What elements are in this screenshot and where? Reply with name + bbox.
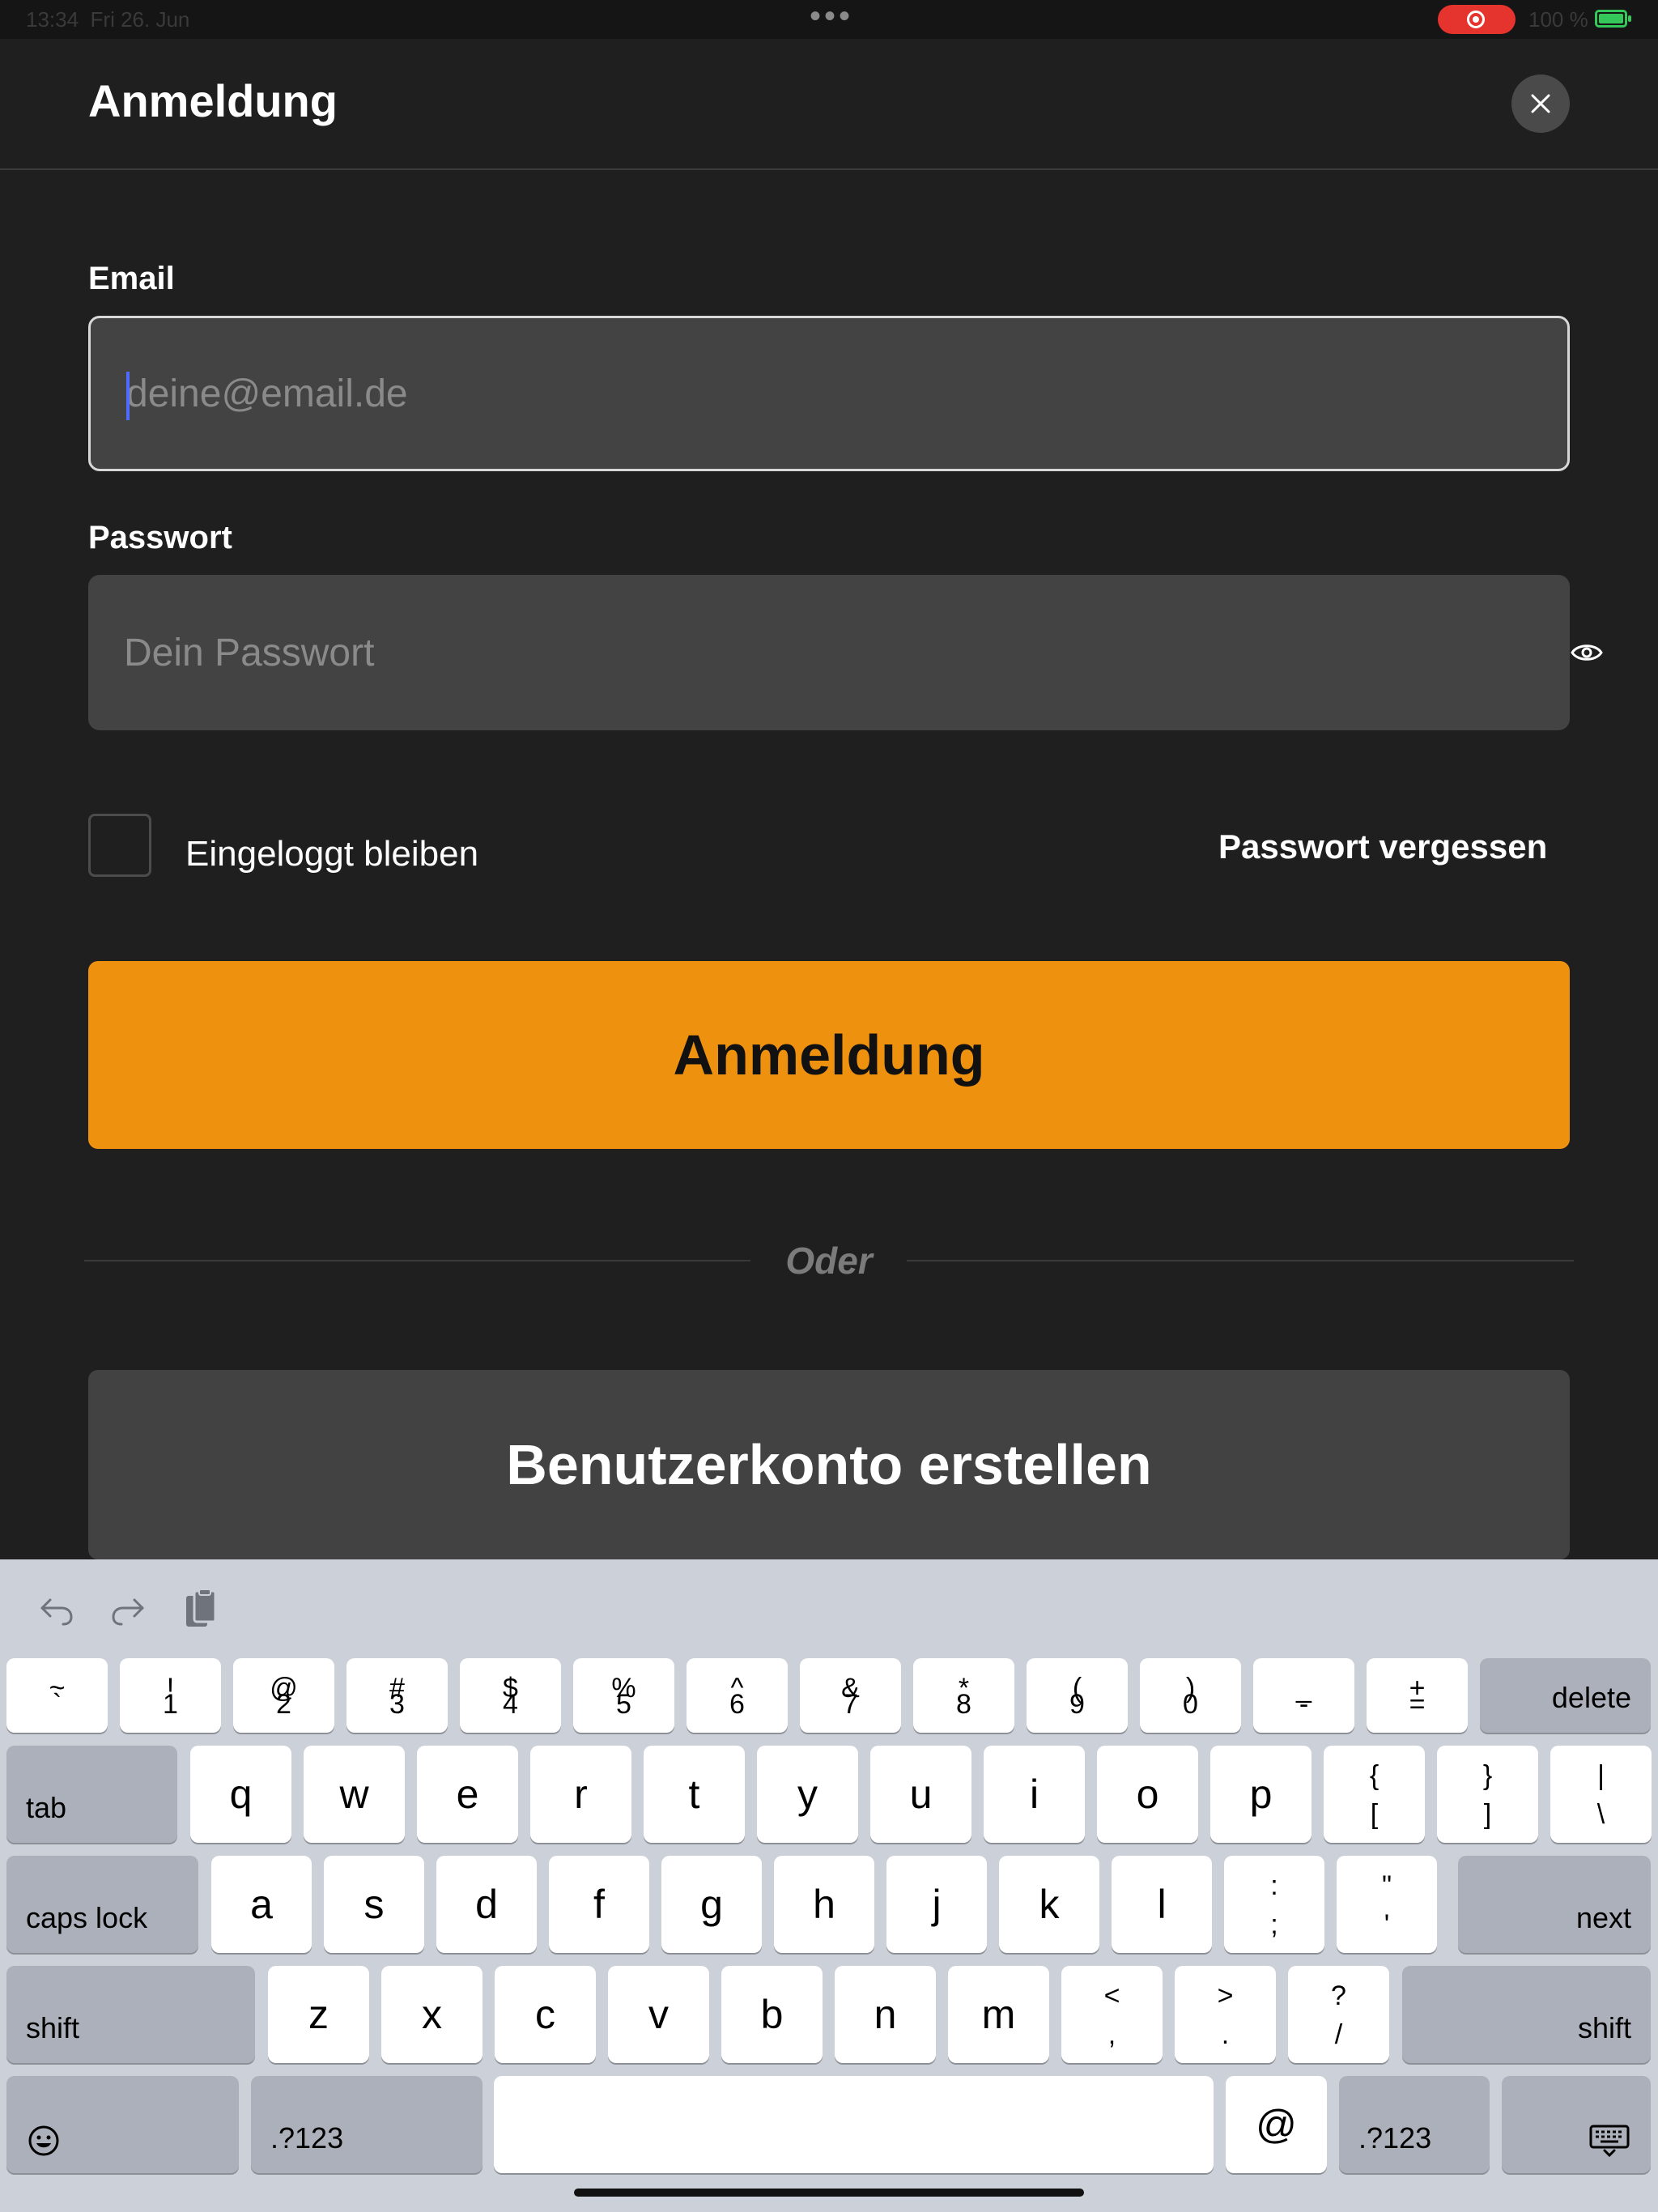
key-r[interactable]: r	[530, 1746, 631, 1843]
key-j[interactable]: j	[886, 1856, 987, 1953]
key-o[interactable]: o	[1097, 1746, 1198, 1843]
text-caret	[126, 372, 130, 420]
key-row1-12[interactable]: + =	[1367, 1658, 1468, 1733]
key-s[interactable]: s	[324, 1856, 424, 1953]
status-bar: 13:34 Fri 26. Jun ••• 100 %	[0, 0, 1658, 39]
key-row1-10[interactable]: ) 0	[1140, 1658, 1241, 1733]
numbers-key-left[interactable]: .?123	[251, 2076, 483, 2173]
on-screen-keyboard: delete tab caps lock next shift shift .?…	[0, 1559, 1658, 2212]
key-t[interactable]: t	[644, 1746, 745, 1843]
login-button[interactable]: Anmeldung	[88, 961, 1570, 1149]
key-a[interactable]: a	[211, 1856, 312, 1953]
key-g[interactable]: g	[661, 1856, 762, 1953]
key-row2-symbol-1[interactable]: }]	[1437, 1746, 1538, 1843]
key-row4-symbol-2[interactable]: ? /	[1288, 1966, 1389, 2063]
key-row2-symbol-2[interactable]: | \	[1550, 1746, 1652, 1843]
emoji-icon	[28, 2125, 59, 2156]
key-b[interactable]: b	[721, 1966, 823, 2063]
key-d[interactable]: d	[436, 1856, 537, 1953]
next-key[interactable]: next	[1458, 1856, 1651, 1953]
login-screen: 13:34 Fri 26. Jun ••• 100 % Anmeldung Em…	[0, 0, 1658, 2212]
key-w[interactable]: w	[304, 1746, 405, 1843]
close-button[interactable]	[1511, 74, 1570, 133]
remember-label: Eingeloggt bleiben	[185, 834, 479, 874]
redo-icon	[112, 1598, 144, 1626]
key-e[interactable]: e	[417, 1746, 518, 1843]
key-h[interactable]: h	[774, 1856, 874, 1953]
key-row4-symbol-1[interactable]: >.	[1175, 1966, 1276, 2063]
key-m[interactable]: m	[948, 1966, 1049, 2063]
delete-key[interactable]: delete	[1480, 1658, 1651, 1733]
key-f[interactable]: f	[549, 1856, 649, 1953]
email-label: Email	[88, 261, 175, 296]
key-row1-4[interactable]: $4	[460, 1658, 561, 1733]
or-label: Oder	[785, 1240, 873, 1282]
key-v[interactable]: v	[608, 1966, 709, 2063]
clipboard-icon	[186, 1589, 217, 1627]
key-row3-symbol-0[interactable]: :;	[1224, 1856, 1324, 1953]
home-indicator[interactable]	[574, 2189, 1084, 2197]
divider-left	[84, 1260, 750, 1261]
key-row1-8[interactable]: * 8	[913, 1658, 1014, 1733]
screen-recording-icon[interactable]	[1438, 5, 1516, 34]
battery-percent: 100 %	[1528, 7, 1588, 32]
key-i[interactable]: i	[984, 1746, 1085, 1843]
battery-icon	[1595, 10, 1631, 28]
key-row3-symbol-1[interactable]: " '	[1337, 1856, 1437, 1953]
close-icon	[1531, 94, 1550, 113]
paste-button[interactable]	[178, 1587, 223, 1632]
at-key[interactable]: @	[1226, 2076, 1327, 2173]
status-time: 13:34 Fri 26. Jun	[26, 7, 190, 32]
undo-icon	[40, 1598, 73, 1626]
email-field[interactable]	[88, 316, 1570, 471]
keyboard-dismiss-icon	[1589, 2125, 1630, 2157]
dismiss-keyboard-key[interactable]	[1502, 2076, 1651, 2173]
key-x[interactable]: x	[381, 1966, 483, 2063]
shift-key-right[interactable]: shift	[1402, 1966, 1651, 2063]
create-account-button[interactable]: Benutzerkonto erstellen	[88, 1370, 1570, 1559]
emoji-key[interactable]	[6, 2076, 239, 2173]
key-row1-2[interactable]: @2	[233, 1658, 334, 1733]
password-field[interactable]	[88, 575, 1603, 730]
password-label: Passwort	[88, 520, 232, 555]
key-l[interactable]: l	[1112, 1856, 1212, 1953]
key-row1-0[interactable]: ~ `	[6, 1658, 108, 1733]
eye-icon	[1571, 644, 1603, 661]
header-divider	[0, 168, 1658, 170]
undo-button[interactable]	[34, 1587, 79, 1632]
numbers-key-right[interactable]: .?123	[1339, 2076, 1490, 2173]
remember-checkbox[interactable]	[88, 814, 151, 877]
space-key[interactable]	[494, 2076, 1214, 2173]
multitasking-dots-icon[interactable]: •••	[810, 0, 853, 32]
key-row1-7[interactable]: & 7	[800, 1658, 901, 1733]
tab-key[interactable]: tab	[6, 1746, 177, 1843]
key-c[interactable]: c	[495, 1966, 596, 2063]
password-input[interactable]	[124, 575, 1452, 730]
key-row1-11[interactable]: _ -	[1253, 1658, 1354, 1733]
page-title: Anmeldung	[88, 75, 338, 126]
key-u[interactable]: u	[870, 1746, 971, 1843]
email-input[interactable]	[126, 318, 1454, 469]
key-z[interactable]: z	[268, 1966, 369, 2063]
key-row1-5[interactable]: % 5	[573, 1658, 674, 1733]
key-p[interactable]: p	[1210, 1746, 1312, 1843]
key-row1-9[interactable]: (9	[1027, 1658, 1128, 1733]
divider-right	[907, 1260, 1574, 1261]
caps-lock-key[interactable]: caps lock	[6, 1856, 198, 1953]
show-password-button[interactable]	[1565, 633, 1609, 672]
key-row4-symbol-0[interactable]: <,	[1061, 1966, 1163, 2063]
key-row1-3[interactable]: #3	[346, 1658, 448, 1733]
key-k[interactable]: k	[999, 1856, 1099, 1953]
forgot-password-link[interactable]: Passwort vergessen	[1218, 827, 1547, 866]
key-row1-1[interactable]: ! 1	[120, 1658, 221, 1733]
shift-key-left[interactable]: shift	[6, 1966, 255, 2063]
redo-button[interactable]	[105, 1587, 151, 1632]
key-q[interactable]: q	[190, 1746, 291, 1843]
key-n[interactable]: n	[835, 1966, 936, 2063]
key-row1-6[interactable]: ^ 6	[687, 1658, 788, 1733]
key-row2-symbol-0[interactable]: {[	[1324, 1746, 1425, 1843]
key-y[interactable]: y	[757, 1746, 858, 1843]
